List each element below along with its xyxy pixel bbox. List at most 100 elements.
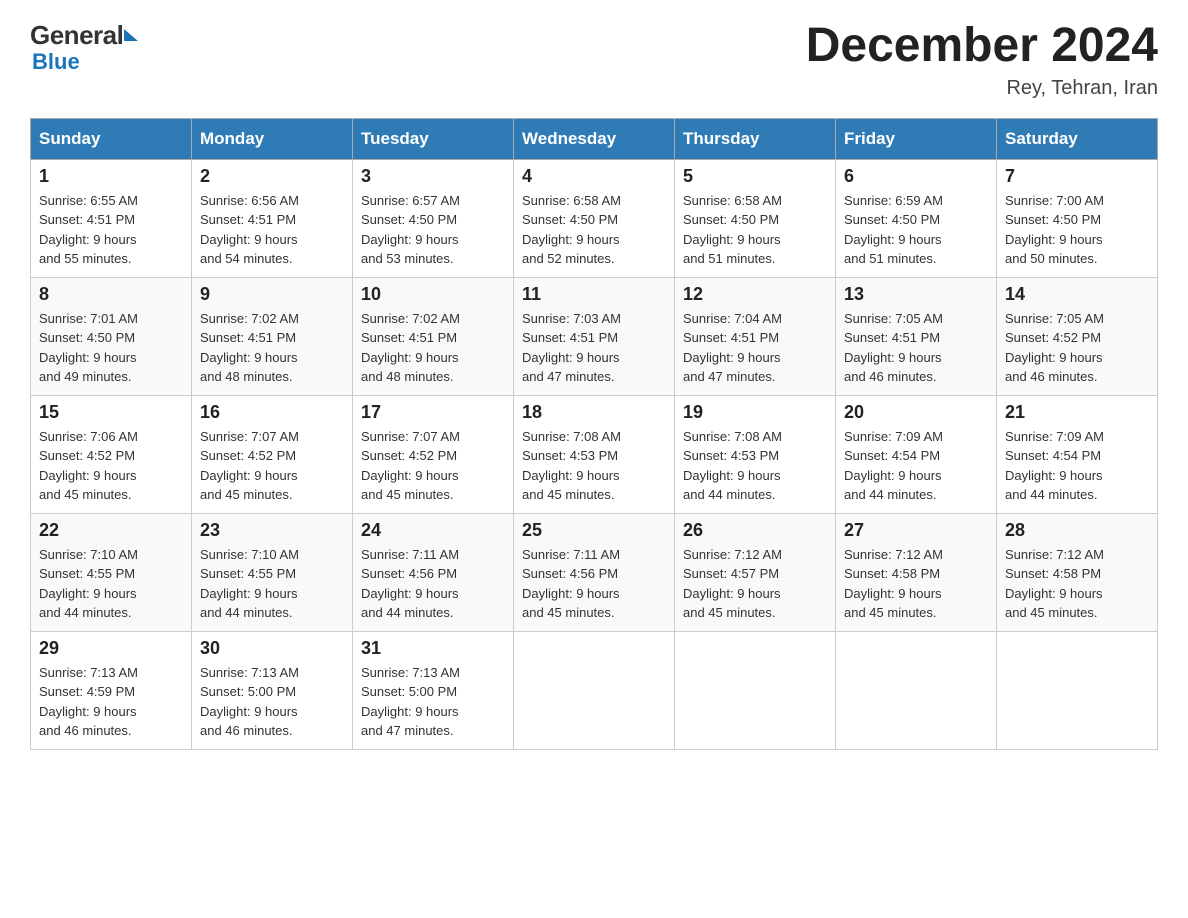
day-number: 19 [683,402,827,423]
calendar-cell: 3 Sunrise: 6:57 AMSunset: 4:50 PMDaylight… [353,159,514,277]
day-info: Sunrise: 7:13 AMSunset: 4:59 PMDaylight:… [39,663,183,741]
calendar-cell: 31 Sunrise: 7:13 AMSunset: 5:00 PMDayligh… [353,631,514,749]
logo-general-text: General [30,20,123,51]
calendar-cell: 23 Sunrise: 7:10 AMSunset: 4:55 PMDayligh… [192,513,353,631]
calendar-subtitle: Rey, Tehran, Iran [806,77,1158,100]
day-number: 15 [39,402,183,423]
day-info: Sunrise: 7:05 AMSunset: 4:52 PMDaylight:… [1005,309,1149,387]
page-header: General Blue December 2024 Rey, Tehran, … [30,20,1158,100]
calendar-cell: 21 Sunrise: 7:09 AMSunset: 4:54 PMDayligh… [997,395,1158,513]
day-info: Sunrise: 7:02 AMSunset: 4:51 PMDaylight:… [361,309,505,387]
calendar-cell: 10 Sunrise: 7:02 AMSunset: 4:51 PMDayligh… [353,277,514,395]
day-number: 30 [200,638,344,659]
day-number: 24 [361,520,505,541]
day-info: Sunrise: 7:00 AMSunset: 4:50 PMDaylight:… [1005,191,1149,269]
day-info: Sunrise: 6:57 AMSunset: 4:50 PMDaylight:… [361,191,505,269]
day-info: Sunrise: 7:13 AMSunset: 5:00 PMDaylight:… [200,663,344,741]
calendar-cell: 7Sunrise: 7:00 AMSunset: 4:50 PMDaylight… [997,159,1158,277]
column-header-friday: Friday [836,118,997,159]
calendar-cell: 11Sunrise: 7:03 AMSunset: 4:51 PMDayligh… [514,277,675,395]
day-info: Sunrise: 7:06 AMSunset: 4:52 PMDaylight:… [39,427,183,505]
calendar-cell: 18 Sunrise: 7:08 AMSunset: 4:53 PMDayligh… [514,395,675,513]
day-number: 1 [39,166,183,187]
day-info: Sunrise: 7:12 AMSunset: 4:57 PMDaylight:… [683,545,827,623]
calendar-cell: 20Sunrise: 7:09 AMSunset: 4:54 PMDayligh… [836,395,997,513]
day-number: 18 [522,402,666,423]
calendar-week-row: 15 Sunrise: 7:06 AMSunset: 4:52 PMDayligh… [31,395,1158,513]
calendar-cell: 1Sunrise: 6:55 AMSunset: 4:51 PMDaylight… [31,159,192,277]
day-info: Sunrise: 7:08 AMSunset: 4:53 PMDaylight:… [683,427,827,505]
title-section: December 2024 Rey, Tehran, Iran [806,20,1158,100]
day-number: 29 [39,638,183,659]
day-info: Sunrise: 7:08 AMSunset: 4:53 PMDaylight:… [522,427,666,505]
day-number: 20 [844,402,988,423]
calendar-cell: 27Sunrise: 7:12 AMSunset: 4:58 PMDayligh… [836,513,997,631]
day-number: 2 [200,166,344,187]
day-number: 23 [200,520,344,541]
day-number: 13 [844,284,988,305]
calendar-cell: 17Sunrise: 7:07 AMSunset: 4:52 PMDayligh… [353,395,514,513]
column-header-tuesday: Tuesday [353,118,514,159]
column-header-sunday: Sunday [31,118,192,159]
calendar-cell: 28Sunrise: 7:12 AMSunset: 4:58 PMDayligh… [997,513,1158,631]
calendar-cell: 12 Sunrise: 7:04 AMSunset: 4:51 PMDayligh… [675,277,836,395]
column-header-wednesday: Wednesday [514,118,675,159]
column-header-monday: Monday [192,118,353,159]
day-number: 31 [361,638,505,659]
calendar-cell: 19 Sunrise: 7:08 AMSunset: 4:53 PMDayligh… [675,395,836,513]
calendar-cell: 4Sunrise: 6:58 AMSunset: 4:50 PMDaylight… [514,159,675,277]
day-number: 27 [844,520,988,541]
day-number: 9 [200,284,344,305]
logo-blue-text: Blue [32,49,80,75]
calendar-cell [997,631,1158,749]
calendar-cell: 30 Sunrise: 7:13 AMSunset: 5:00 PMDayligh… [192,631,353,749]
day-info: Sunrise: 7:01 AMSunset: 4:50 PMDaylight:… [39,309,183,387]
day-number: 3 [361,166,505,187]
calendar-week-row: 8Sunrise: 7:01 AMSunset: 4:50 PMDaylight… [31,277,1158,395]
day-number: 12 [683,284,827,305]
calendar-cell: 14Sunrise: 7:05 AMSunset: 4:52 PMDayligh… [997,277,1158,395]
day-info: Sunrise: 7:07 AMSunset: 4:52 PMDaylight:… [361,427,505,505]
logo-chevron-icon [124,29,138,41]
calendar-cell: 6 Sunrise: 6:59 AMSunset: 4:50 PMDaylight… [836,159,997,277]
day-info: Sunrise: 7:11 AMSunset: 4:56 PMDaylight:… [522,545,666,623]
day-info: Sunrise: 7:05 AMSunset: 4:51 PMDaylight:… [844,309,988,387]
day-number: 26 [683,520,827,541]
column-header-saturday: Saturday [997,118,1158,159]
calendar-cell: 22Sunrise: 7:10 AMSunset: 4:55 PMDayligh… [31,513,192,631]
day-info: Sunrise: 7:04 AMSunset: 4:51 PMDaylight:… [683,309,827,387]
day-info: Sunrise: 7:07 AMSunset: 4:52 PMDaylight:… [200,427,344,505]
calendar-table: SundayMondayTuesdayWednesdayThursdayFrid… [30,118,1158,750]
day-info: Sunrise: 6:59 AMSunset: 4:50 PMDaylight:… [844,191,988,269]
calendar-header-row: SundayMondayTuesdayWednesdayThursdayFrid… [31,118,1158,159]
calendar-cell: 5 Sunrise: 6:58 AMSunset: 4:50 PMDaylight… [675,159,836,277]
calendar-cell [836,631,997,749]
calendar-week-row: 1Sunrise: 6:55 AMSunset: 4:51 PMDaylight… [31,159,1158,277]
calendar-week-row: 29 Sunrise: 7:13 AMSunset: 4:59 PMDayligh… [31,631,1158,749]
calendar-cell: 2 Sunrise: 6:56 AMSunset: 4:51 PMDaylight… [192,159,353,277]
logo: General Blue [30,20,138,75]
day-info: Sunrise: 7:13 AMSunset: 5:00 PMDaylight:… [361,663,505,741]
day-number: 6 [844,166,988,187]
day-info: Sunrise: 7:10 AMSunset: 4:55 PMDaylight:… [200,545,344,623]
day-info: Sunrise: 7:10 AMSunset: 4:55 PMDaylight:… [39,545,183,623]
calendar-cell: 15 Sunrise: 7:06 AMSunset: 4:52 PMDayligh… [31,395,192,513]
calendar-cell: 24Sunrise: 7:11 AMSunset: 4:56 PMDayligh… [353,513,514,631]
calendar-cell: 26 Sunrise: 7:12 AMSunset: 4:57 PMDayligh… [675,513,836,631]
calendar-cell [675,631,836,749]
day-number: 5 [683,166,827,187]
column-header-thursday: Thursday [675,118,836,159]
day-info: Sunrise: 6:58 AMSunset: 4:50 PMDaylight:… [683,191,827,269]
calendar-cell: 25Sunrise: 7:11 AMSunset: 4:56 PMDayligh… [514,513,675,631]
day-info: Sunrise: 7:09 AMSunset: 4:54 PMDaylight:… [1005,427,1149,505]
logo-row1: General [30,20,138,51]
day-number: 11 [522,284,666,305]
day-number: 10 [361,284,505,305]
calendar-cell: 16Sunrise: 7:07 AMSunset: 4:52 PMDayligh… [192,395,353,513]
calendar-cell: 29 Sunrise: 7:13 AMSunset: 4:59 PMDayligh… [31,631,192,749]
calendar-cell: 9Sunrise: 7:02 AMSunset: 4:51 PMDaylight… [192,277,353,395]
calendar-cell: 13 Sunrise: 7:05 AMSunset: 4:51 PMDayligh… [836,277,997,395]
day-number: 21 [1005,402,1149,423]
day-info: Sunrise: 6:56 AMSunset: 4:51 PMDaylight:… [200,191,344,269]
calendar-cell: 8Sunrise: 7:01 AMSunset: 4:50 PMDaylight… [31,277,192,395]
